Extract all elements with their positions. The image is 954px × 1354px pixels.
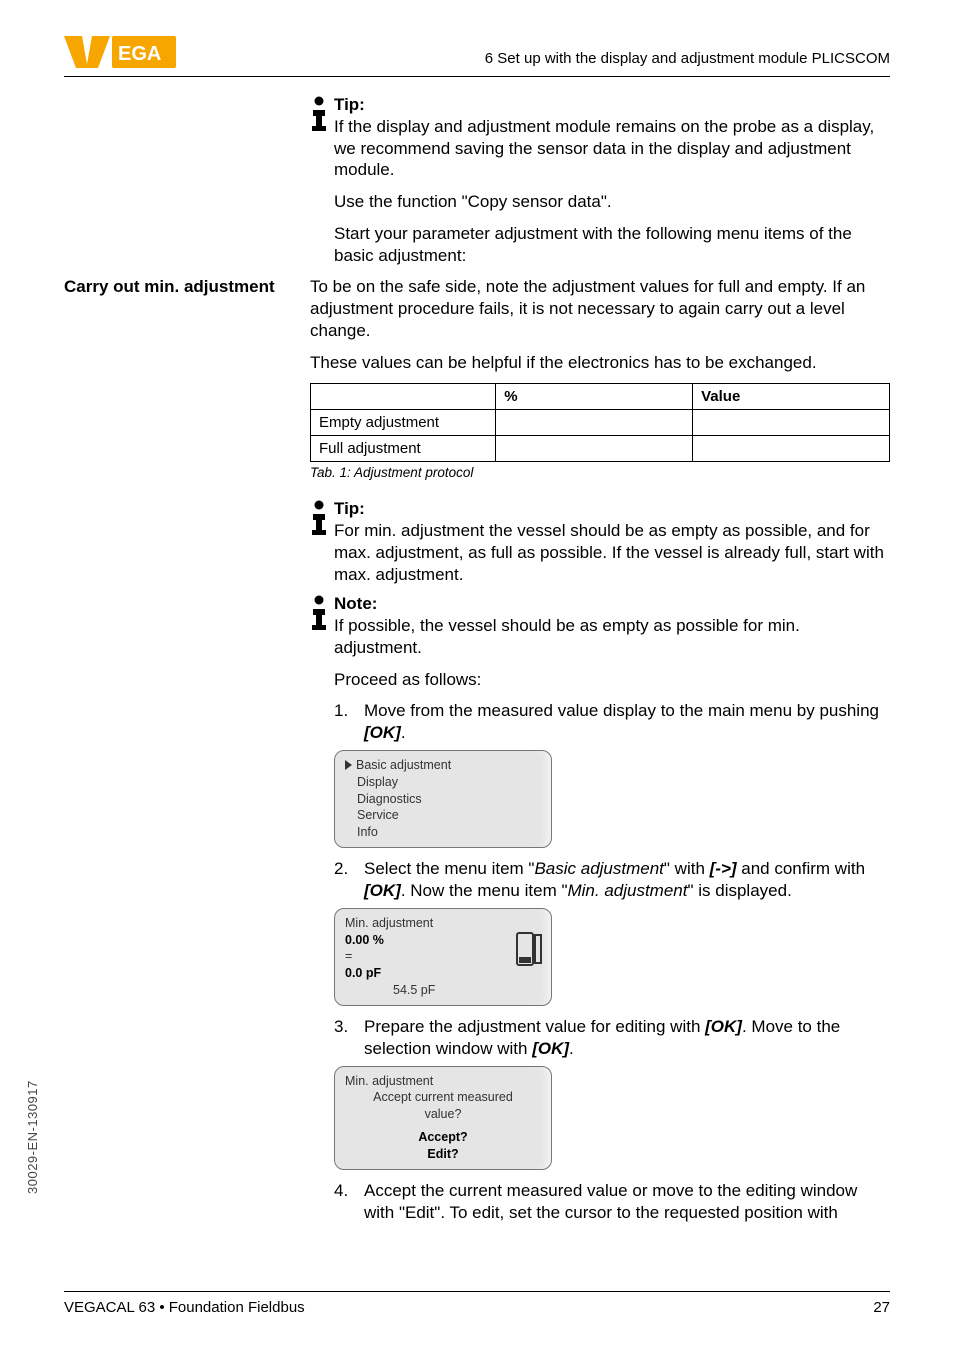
lcd-accept-dialog: Min. adjustment Accept current measured … <box>334 1066 552 1170</box>
step-item: 1. Move from the measured value display … <box>334 700 890 744</box>
pointer-icon <box>345 760 352 770</box>
page-number: 27 <box>873 1299 890 1316</box>
note-heading: Note: <box>334 594 377 613</box>
tip-text: For min. adjustment the vessel should be… <box>334 521 884 584</box>
tip-heading: Tip: <box>334 499 365 518</box>
table-caption: Tab. 1: Adjustment protocol <box>310 465 890 480</box>
section-side-label: Carry out min. adjustment <box>64 276 302 297</box>
top-rule <box>64 76 890 77</box>
body-text: These values can be helpful if the elect… <box>310 352 890 374</box>
table-row: Full adjustment <box>311 436 890 462</box>
step-item: 4. Accept the current measured value or … <box>334 1180 890 1224</box>
info-icon <box>310 498 334 536</box>
tip-text-3: Start your parameter adjustment with the… <box>334 223 890 267</box>
body-text: To be on the safe side, note the adjustm… <box>310 276 890 341</box>
chapter-header: 6 Set up with the display and adjustment… <box>485 50 890 67</box>
tip-heading: Tip: <box>334 95 365 114</box>
lcd-basic-adjustment: Basic adjustment Display Diagnostics Ser… <box>334 750 552 848</box>
step-item: 3. Prepare the adjustment value for edit… <box>334 1016 890 1060</box>
lcd-min-adjustment: Min. adjustment 0.00 % = 0.0 pF 54.5 pF <box>334 908 552 1006</box>
doc-code: 30029-EN-130917 <box>25 1080 40 1194</box>
tank-icon <box>515 931 543 976</box>
info-icon <box>310 94 334 132</box>
brand-logo: EGA <box>64 36 176 73</box>
table-cell: Full adjustment <box>311 436 496 462</box>
table-row: % Value <box>311 384 890 410</box>
table-row: Empty adjustment <box>311 410 890 436</box>
step-item: 2. Select the menu item "Basic adjustmen… <box>334 858 890 902</box>
bottom-rule <box>64 1291 890 1292</box>
tip-text: If the display and adjustment module rem… <box>334 117 874 180</box>
table-header: Value <box>693 384 890 410</box>
note-text: If possible, the vessel should be as emp… <box>334 616 800 657</box>
adjustment-table: % Value Empty adjustment Full adjustment <box>310 383 890 462</box>
footer-left: VEGACAL 63 • Foundation Fieldbus <box>64 1299 305 1316</box>
logo-text: EGA <box>118 43 161 65</box>
table-cell: Empty adjustment <box>311 410 496 436</box>
tip-text-2: Use the function "Copy sensor data". <box>334 191 890 213</box>
info-icon <box>310 593 334 631</box>
note-text: Proceed as follows: <box>334 669 890 691</box>
table-header: % <box>496 384 693 410</box>
